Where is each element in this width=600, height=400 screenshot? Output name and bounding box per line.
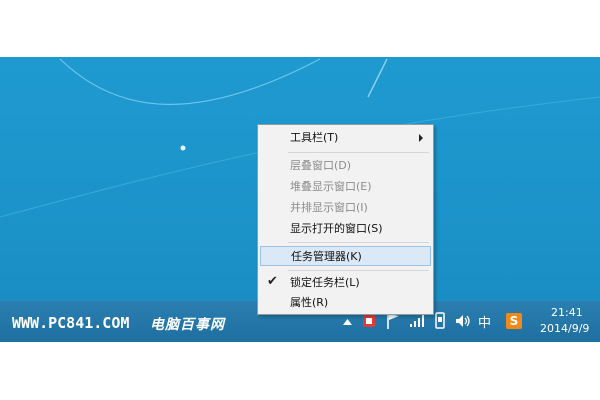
menu-item-label: 并排显示窗口(I) (290, 201, 368, 214)
menu-item-show-open-windows[interactable]: 显示打开的窗口(S) (260, 219, 431, 239)
menu-item-label: 工具栏(T) (290, 131, 339, 144)
watermark-site: WWW.PC841.COM (12, 314, 130, 332)
network-signal-icon[interactable] (409, 314, 425, 328)
clock-time[interactable]: 21:41 (551, 306, 583, 319)
menu-item-label: 任务管理器(K) (291, 250, 362, 263)
volume-icon[interactable] (455, 313, 471, 329)
submenu-arrow-icon (419, 134, 423, 142)
check-icon: ✔ (267, 274, 278, 289)
menu-item-label: 属性(R) (290, 296, 329, 309)
menu-item-side-by-side-windows[interactable]: 并排显示窗口(I) (260, 198, 431, 218)
watermark-brand: 电脑百事网 (150, 317, 225, 333)
clock-date[interactable]: 2014/9/9 (540, 322, 589, 335)
show-hidden-icon[interactable] (343, 318, 352, 326)
menu-item-label: 锁定任务栏(L) (290, 276, 360, 289)
input-method-indicator[interactable]: 中 (478, 312, 491, 331)
menu-separator (288, 270, 429, 271)
menu-item-toolbars[interactable]: 工具栏(T) (260, 128, 431, 148)
menu-separator (288, 242, 429, 243)
menu-separator (288, 152, 429, 153)
menu-item-label: 堆叠显示窗口(E) (290, 180, 372, 193)
menu-item-cascade-windows[interactable]: 层叠窗口(D) (260, 156, 431, 176)
sogou-ime-icon[interactable]: S (506, 313, 522, 329)
taskbar-context-menu: 工具栏(T) 层叠窗口(D) 堆叠显示窗口(E) 并排显示窗口(I) 显示打开的… (257, 124, 434, 315)
menu-item-properties[interactable]: 属性(R) (260, 293, 431, 313)
app-tray-icon[interactable] (362, 313, 376, 329)
menu-item-label: 层叠窗口(D) (290, 159, 352, 172)
menu-item-task-manager[interactable]: 任务管理器(K) (260, 246, 431, 266)
device-icon[interactable] (433, 312, 447, 330)
menu-item-stack-windows[interactable]: 堆叠显示窗口(E) (260, 177, 431, 197)
menu-item-lock-taskbar[interactable]: ✔ 锁定任务栏(L) (260, 273, 431, 293)
menu-item-label: 显示打开的窗口(S) (290, 222, 383, 235)
